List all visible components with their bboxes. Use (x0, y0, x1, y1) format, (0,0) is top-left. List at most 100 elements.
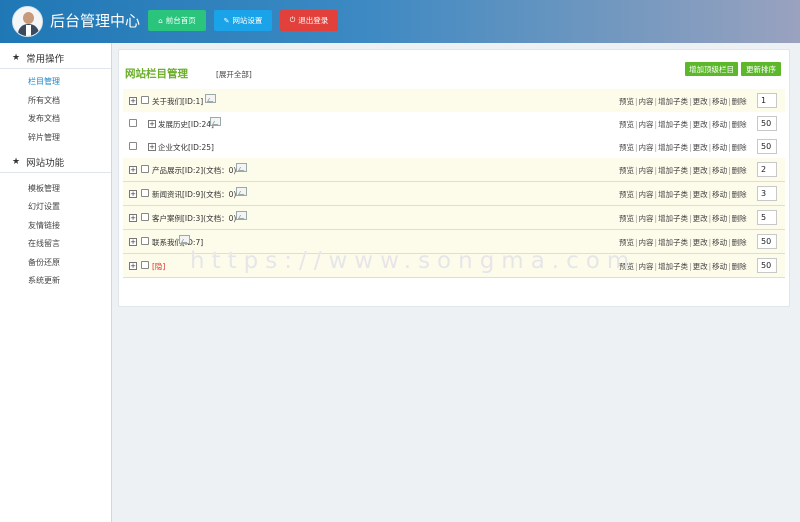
move-link[interactable]: 移动 (712, 190, 727, 199)
move-link[interactable]: 移动 (712, 262, 727, 271)
site-settings-button[interactable]: ✎ 网站设置 (214, 10, 272, 31)
sort-order-input[interactable]: 1 (757, 93, 777, 108)
sidebar-item-links[interactable]: 友情链接 (28, 220, 60, 231)
table-row: + 发展历史[ID:24] 预览|内容|增加子类|更改|移动|删除 50 (123, 112, 785, 136)
category-name[interactable]: 发展历史[ID:24] (158, 119, 214, 130)
add-top-category-button[interactable]: 增加顶级栏目 (685, 62, 738, 76)
move-link[interactable]: 移动 (712, 214, 727, 223)
delete-link[interactable]: 删除 (732, 190, 747, 199)
content-link[interactable]: 内容 (639, 143, 654, 152)
avatar[interactable] (12, 6, 43, 37)
content-link[interactable]: 内容 (639, 97, 654, 106)
preview-link[interactable]: 预览 (619, 143, 634, 152)
add-subcategory-link[interactable]: 增加子类 (658, 190, 688, 199)
add-subcategory-link[interactable]: 增加子类 (658, 120, 688, 129)
content-link[interactable]: 内容 (639, 190, 654, 199)
delete-link[interactable]: 删除 (732, 262, 747, 271)
content-link[interactable]: 内容 (639, 214, 654, 223)
expand-icon[interactable]: + (129, 166, 137, 174)
sidebar-item-templates[interactable]: 模板管理 (28, 183, 60, 194)
row-checkbox[interactable] (141, 261, 149, 269)
move-link[interactable]: 移动 (712, 166, 727, 175)
sidebar-item-category[interactable]: 栏目管理 (28, 76, 60, 87)
expand-icon[interactable]: + (129, 97, 137, 105)
update-sort-button[interactable]: 更新排序 (741, 62, 781, 76)
preview-link[interactable]: 预览 (619, 214, 634, 223)
row-checkbox[interactable] (141, 213, 149, 221)
category-name[interactable]: 关于我们[ID:1] (152, 96, 203, 107)
sidebar-item-backup[interactable]: 备份还原 (28, 257, 60, 268)
sort-order-input[interactable]: 50 (757, 258, 777, 273)
preview-link[interactable]: 预览 (619, 97, 634, 106)
sort-order-input[interactable]: 50 (757, 234, 777, 249)
delete-link[interactable]: 删除 (732, 214, 747, 223)
content-link[interactable]: 内容 (639, 166, 654, 175)
delete-link[interactable]: 删除 (732, 120, 747, 129)
expand-icon[interactable]: + (148, 143, 156, 151)
sort-order-input[interactable]: 5 (757, 210, 777, 225)
edit-link[interactable]: 更改 (693, 97, 708, 106)
edit-link[interactable]: 更改 (693, 120, 708, 129)
move-link[interactable]: 移动 (712, 120, 727, 129)
row-checkbox[interactable] (141, 165, 149, 173)
preview-link[interactable]: 预览 (619, 166, 634, 175)
category-name[interactable]: 企业文化[ID:25] (158, 142, 214, 153)
category-name[interactable]: 客户案例[ID:3](文档：0) (152, 213, 236, 224)
delete-link[interactable]: 删除 (732, 238, 747, 247)
sidebar-item-messages[interactable]: 在线留言 (28, 238, 60, 249)
row-checkbox[interactable] (129, 142, 137, 150)
add-subcategory-link[interactable]: 增加子类 (658, 143, 688, 152)
expand-icon[interactable]: + (129, 214, 137, 222)
category-name[interactable]: 联系我们[ID:7] (152, 237, 203, 248)
content-link[interactable]: 内容 (639, 120, 654, 129)
sidebar-section-site[interactable]: ★ 网站功能 (0, 151, 111, 173)
row-checkbox[interactable] (141, 189, 149, 197)
sidebar-item-all-docs[interactable]: 所有文档 (28, 95, 60, 106)
delete-link[interactable]: 删除 (732, 143, 747, 152)
sort-order-input[interactable]: 50 (757, 116, 777, 131)
row-checkbox[interactable] (141, 96, 149, 104)
delete-link[interactable]: 删除 (732, 97, 747, 106)
content-link[interactable]: 内容 (639, 262, 654, 271)
preview-link[interactable]: 预览 (619, 190, 634, 199)
category-name[interactable]: [隐] (152, 261, 165, 272)
preview-link[interactable]: 预览 (619, 238, 634, 247)
sidebar-section-common[interactable]: ★ 常用操作 (0, 47, 111, 69)
add-subcategory-link[interactable]: 增加子类 (658, 238, 688, 247)
sidebar-item-slides[interactable]: 幻灯设置 (28, 201, 60, 212)
sidebar-section-title: 常用操作 (26, 53, 65, 65)
edit-link[interactable]: 更改 (693, 262, 708, 271)
edit-link[interactable]: 更改 (693, 214, 708, 223)
row-checkbox[interactable] (141, 237, 149, 245)
add-subcategory-link[interactable]: 增加子类 (658, 262, 688, 271)
sidebar-item-update[interactable]: 系统更新 (28, 275, 60, 286)
category-name[interactable]: 新闻资讯[ID:9](文档：0) (152, 189, 236, 200)
logout-button[interactable]: ⏻ 退出登录 (280, 10, 338, 31)
expand-icon[interactable]: + (129, 262, 137, 270)
category-name[interactable]: 产品展示[ID:2](文档：0) (152, 165, 236, 176)
move-link[interactable]: 移动 (712, 143, 727, 152)
preview-link[interactable]: 预览 (619, 120, 634, 129)
expand-icon[interactable]: + (148, 120, 156, 128)
delete-link[interactable]: 删除 (732, 166, 747, 175)
add-subcategory-link[interactable]: 增加子类 (658, 166, 688, 175)
sidebar-item-fragments[interactable]: 碎片管理 (28, 132, 60, 143)
edit-link[interactable]: 更改 (693, 143, 708, 152)
row-checkbox[interactable] (129, 119, 137, 127)
frontend-home-button[interactable]: ⌂ 前台首页 (148, 10, 206, 31)
sort-order-input[interactable]: 2 (757, 162, 777, 177)
content-link[interactable]: 内容 (639, 238, 654, 247)
expand-all-link[interactable]: [展开全部] (216, 69, 252, 80)
add-subcategory-link[interactable]: 增加子类 (658, 97, 688, 106)
move-link[interactable]: 移动 (712, 238, 727, 247)
sidebar-item-publish[interactable]: 发布文档 (28, 113, 60, 124)
expand-icon[interactable]: + (129, 238, 137, 246)
expand-icon[interactable]: + (129, 190, 137, 198)
sort-order-input[interactable]: 50 (757, 139, 777, 154)
edit-link[interactable]: 更改 (693, 166, 708, 175)
edit-link[interactable]: 更改 (693, 238, 708, 247)
sort-order-input[interactable]: 3 (757, 186, 777, 201)
add-subcategory-link[interactable]: 增加子类 (658, 214, 688, 223)
move-link[interactable]: 移动 (712, 97, 727, 106)
edit-link[interactable]: 更改 (693, 190, 708, 199)
